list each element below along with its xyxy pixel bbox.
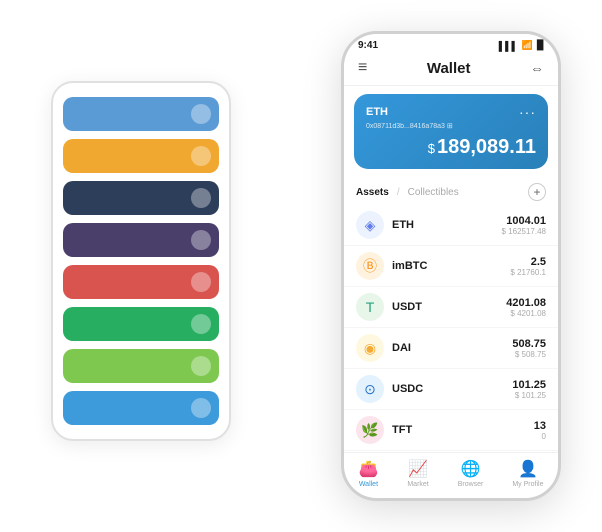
color-bar-dot xyxy=(191,188,211,208)
color-bar-blue1 xyxy=(63,97,219,131)
menu-icon[interactable]: ≡ xyxy=(358,59,367,77)
signal-icon: ▌▌▌ xyxy=(499,41,518,51)
nav-icon-wallet: 👛 xyxy=(358,459,378,479)
nav-item-my-profile[interactable]: 👤 My Profile xyxy=(512,459,543,488)
asset-values-eth: 1004.01$ 162517.48 xyxy=(502,215,547,236)
asset-values-tft: 130 xyxy=(534,420,546,441)
eth-card-top: ETH ··· xyxy=(366,104,536,120)
asset-item-imbtc[interactable]: ⒷimBTC2.5$ 21760.1 xyxy=(344,246,558,287)
nav-item-market[interactable]: 📈 Market xyxy=(407,459,428,488)
eth-card-amount: $189,089.11 xyxy=(366,136,536,159)
color-bar-dot xyxy=(191,272,211,292)
asset-usd-eth: $ 162517.48 xyxy=(502,227,547,236)
color-bar-dot xyxy=(191,356,211,376)
asset-usd-usdt: $ 4201.08 xyxy=(506,309,546,318)
eth-card[interactable]: ETH ··· 0x08711d3b...8416a78a3 ⊞ $189,08… xyxy=(354,94,548,169)
color-bar-orange xyxy=(63,139,219,173)
bg-card xyxy=(51,81,231,441)
asset-item-dai[interactable]: ◉ DAI508.75$ 508.75 xyxy=(344,328,558,369)
asset-list: ◈ ETH1004.01$ 162517.48 ⒷimBTC2.5$ 21760.1… xyxy=(344,205,558,452)
asset-item-usdc[interactable]: ⊙ USDC101.25$ 101.25 xyxy=(344,369,558,410)
asset-values-usdt: 4201.08$ 4201.08 xyxy=(506,297,546,318)
eth-card-currency: $ xyxy=(428,141,435,156)
asset-name-usdt: USDT xyxy=(392,301,506,313)
color-bar-dot xyxy=(191,314,211,334)
asset-usd-tft: 0 xyxy=(534,432,546,441)
asset-values-usdc: 101.25$ 101.25 xyxy=(512,379,546,400)
phone-content: ETH ··· 0x08711d3b...8416a78a3 ⊞ $189,08… xyxy=(344,86,558,452)
asset-usd-imbtc: $ 21760.1 xyxy=(510,268,546,277)
phone-header: ≡ Wallet ⇔ xyxy=(344,55,558,86)
eth-card-menu[interactable]: ··· xyxy=(519,104,536,120)
asset-icon-imbtc: Ⓑ xyxy=(356,252,384,280)
asset-amount-usdc: 101.25 xyxy=(512,379,546,391)
assets-header: Assets / Collectibles + xyxy=(344,177,558,205)
header-title: Wallet xyxy=(427,60,471,77)
asset-amount-dai: 508.75 xyxy=(512,338,546,350)
asset-icon-usdc: ⊙ xyxy=(356,375,384,403)
asset-name-usdc: USDC xyxy=(392,383,512,395)
color-bar-purple xyxy=(63,223,219,257)
nav-icon-my-profile: 👤 xyxy=(518,459,538,479)
asset-icon-dai: ◉ xyxy=(356,334,384,362)
wifi-icon: 📶 xyxy=(522,40,533,51)
nav-item-browser[interactable]: 🌐 Browser xyxy=(458,459,484,488)
color-bar-dot xyxy=(191,146,211,166)
color-bar-green1 xyxy=(63,307,219,341)
scene: 9:41 ▌▌▌ 📶 ▉ ≡ Wallet ⇔ ETH ··· 0x08711d… xyxy=(21,21,581,511)
asset-icon-tft: 🌿 xyxy=(356,416,384,444)
status-bar: 9:41 ▌▌▌ 📶 ▉ xyxy=(344,34,558,55)
asset-item-tft[interactable]: 🌿 TFT130 xyxy=(344,410,558,451)
asset-amount-tft: 13 xyxy=(534,420,546,432)
asset-amount-eth: 1004.01 xyxy=(502,215,547,227)
nav-label-browser: Browser xyxy=(458,481,484,488)
assets-tabs: Assets / Collectibles xyxy=(356,187,459,198)
tab-assets[interactable]: Assets xyxy=(356,187,389,198)
asset-values-dai: 508.75$ 508.75 xyxy=(512,338,546,359)
nav-icon-market: 📈 xyxy=(408,459,428,479)
eth-card-value: 189,089.11 xyxy=(437,136,536,158)
asset-item-usdt[interactable]: T USDT4201.08$ 4201.08 xyxy=(344,287,558,328)
asset-name-tft: TFT xyxy=(392,424,534,436)
color-bar-dot xyxy=(191,104,211,124)
nav-item-wallet[interactable]: 👛 Wallet xyxy=(358,459,378,488)
nav-label-wallet: Wallet xyxy=(359,481,378,488)
asset-usd-usdc: $ 101.25 xyxy=(512,391,546,400)
add-asset-button[interactable]: + xyxy=(528,183,546,201)
asset-name-dai: DAI xyxy=(392,342,512,354)
nav-label-my-profile: My Profile xyxy=(512,481,543,488)
expand-icon[interactable]: ⇔ xyxy=(530,60,544,76)
asset-amount-usdt: 4201.08 xyxy=(506,297,546,309)
asset-icon-eth: ◈ xyxy=(356,211,384,239)
asset-item-eth[interactable]: ◈ ETH1004.01$ 162517.48 xyxy=(344,205,558,246)
battery-icon: ▉ xyxy=(537,40,544,51)
asset-icon-usdt: T xyxy=(356,293,384,321)
color-bar-red xyxy=(63,265,219,299)
color-bar-lightgreen xyxy=(63,349,219,383)
status-time: 9:41 xyxy=(358,40,378,51)
asset-name-imbtc: imBTC xyxy=(392,260,510,272)
tab-divider: / xyxy=(397,187,400,198)
nav-label-market: Market xyxy=(407,481,428,488)
eth-card-address: 0x08711d3b...8416a78a3 ⊞ xyxy=(366,122,536,130)
color-bar-darkblue xyxy=(63,181,219,215)
asset-amount-imbtc: 2.5 xyxy=(510,256,546,268)
color-bar-dot xyxy=(191,230,211,250)
nav-icon-browser: 🌐 xyxy=(461,459,481,479)
color-bar-dot xyxy=(191,398,211,418)
tab-collectibles[interactable]: Collectibles xyxy=(408,187,459,198)
asset-name-eth: ETH xyxy=(392,219,502,231)
eth-card-label: ETH xyxy=(366,106,388,118)
status-icons: ▌▌▌ 📶 ▉ xyxy=(499,40,544,51)
asset-values-imbtc: 2.5$ 21760.1 xyxy=(510,256,546,277)
phone-mockup: 9:41 ▌▌▌ 📶 ▉ ≡ Wallet ⇔ ETH ··· 0x08711d… xyxy=(341,31,561,501)
color-bar-blue2 xyxy=(63,391,219,425)
asset-usd-dai: $ 508.75 xyxy=(512,350,546,359)
bottom-nav: 👛 Wallet 📈 Market 🌐 Browser 👤 My Profile xyxy=(344,452,558,498)
